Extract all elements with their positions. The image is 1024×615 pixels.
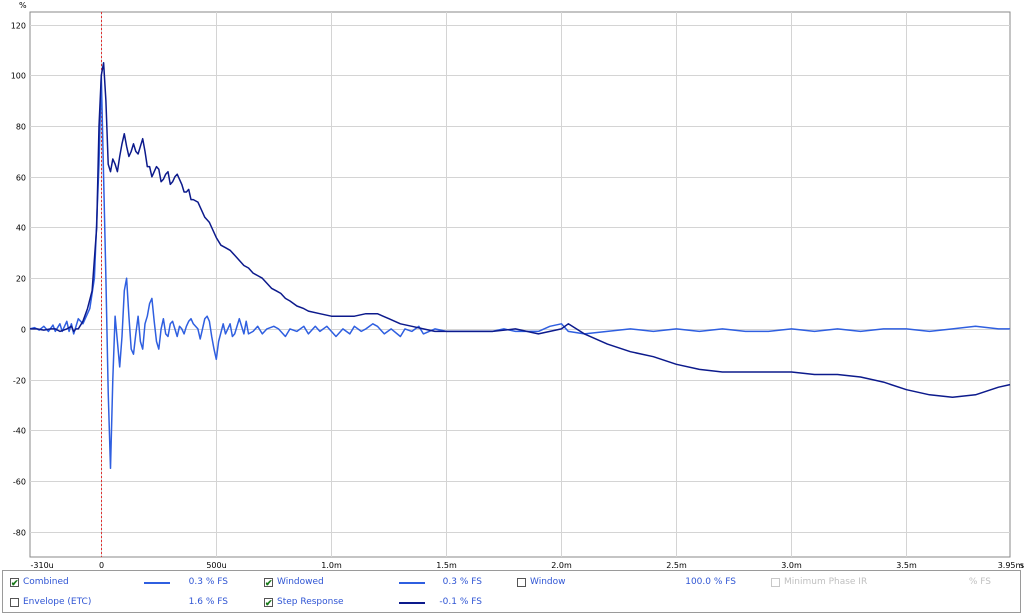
windowed-checkbox[interactable]: ✔ (264, 578, 273, 588)
step-response-label: Step Response (277, 597, 344, 607)
combined-checkbox[interactable]: ✔ (10, 578, 19, 588)
windowed-label: Windowed (277, 577, 324, 587)
step-response-value: -0.1 % FS (439, 597, 482, 607)
y-tick-label: -60 (13, 478, 26, 487)
minimum-phase-ir-label: Minimum Phase IR (784, 577, 868, 587)
x-tick-label: 1.5m (436, 561, 457, 570)
y-unit-label: % (19, 1, 27, 10)
combined-label: Combined (23, 577, 69, 587)
x-tick-label: 2.0m (551, 561, 572, 570)
y-tick-label: 120 (11, 22, 26, 31)
y-tick-label: -20 (13, 377, 26, 386)
y-tick-label: 80 (16, 123, 26, 132)
y-tick-label: -40 (13, 427, 26, 436)
impulse-response-chart: 120 100 80 60 40 20 0 -20 -40 -60 -80 -310u 0 500u 1.0… (0, 0, 1024, 570)
x-tick-label: 2.5m (666, 561, 687, 570)
window-value: 100.0 % FS (685, 577, 736, 587)
x-tick-label: -310u (31, 561, 54, 570)
envelope-etc-checkbox[interactable] (10, 598, 19, 607)
y-tick-label: -80 (13, 529, 26, 538)
y-tick-label: 0 (21, 326, 26, 335)
y-tick-label: 40 (16, 224, 26, 233)
window-checkbox[interactable] (517, 578, 526, 587)
x-tick-label: 500u (206, 561, 226, 570)
y-tick-label: 100 (11, 72, 26, 81)
x-tick-label: 3.0m (781, 561, 802, 570)
step-response-checkbox[interactable]: ✔ (264, 598, 273, 608)
envelope-etc-label: Envelope (ETC) (23, 597, 92, 607)
x-tick-label: 0 (99, 561, 104, 570)
minimum-phase-ir-checkbox[interactable] (771, 578, 780, 587)
x-tick-label: 3.5m (896, 561, 917, 570)
windowed-value: 0.3 % FS (442, 577, 482, 587)
combined-value: 0.3 % FS (188, 577, 228, 587)
legend-panel: ✔ Combined 0.3 % FS ✔ Windowed 0.3 % FS … (2, 570, 1021, 613)
x-tick-label: 1.0m (321, 561, 342, 570)
window-label: Window (530, 577, 566, 587)
y-tick-label: 20 (16, 275, 26, 284)
envelope-etc-value: 1.6 % FS (188, 597, 228, 607)
minimum-phase-ir-value: % FS (968, 577, 991, 587)
y-tick-label: 60 (16, 174, 26, 183)
x-unit-label: s (1020, 561, 1024, 570)
